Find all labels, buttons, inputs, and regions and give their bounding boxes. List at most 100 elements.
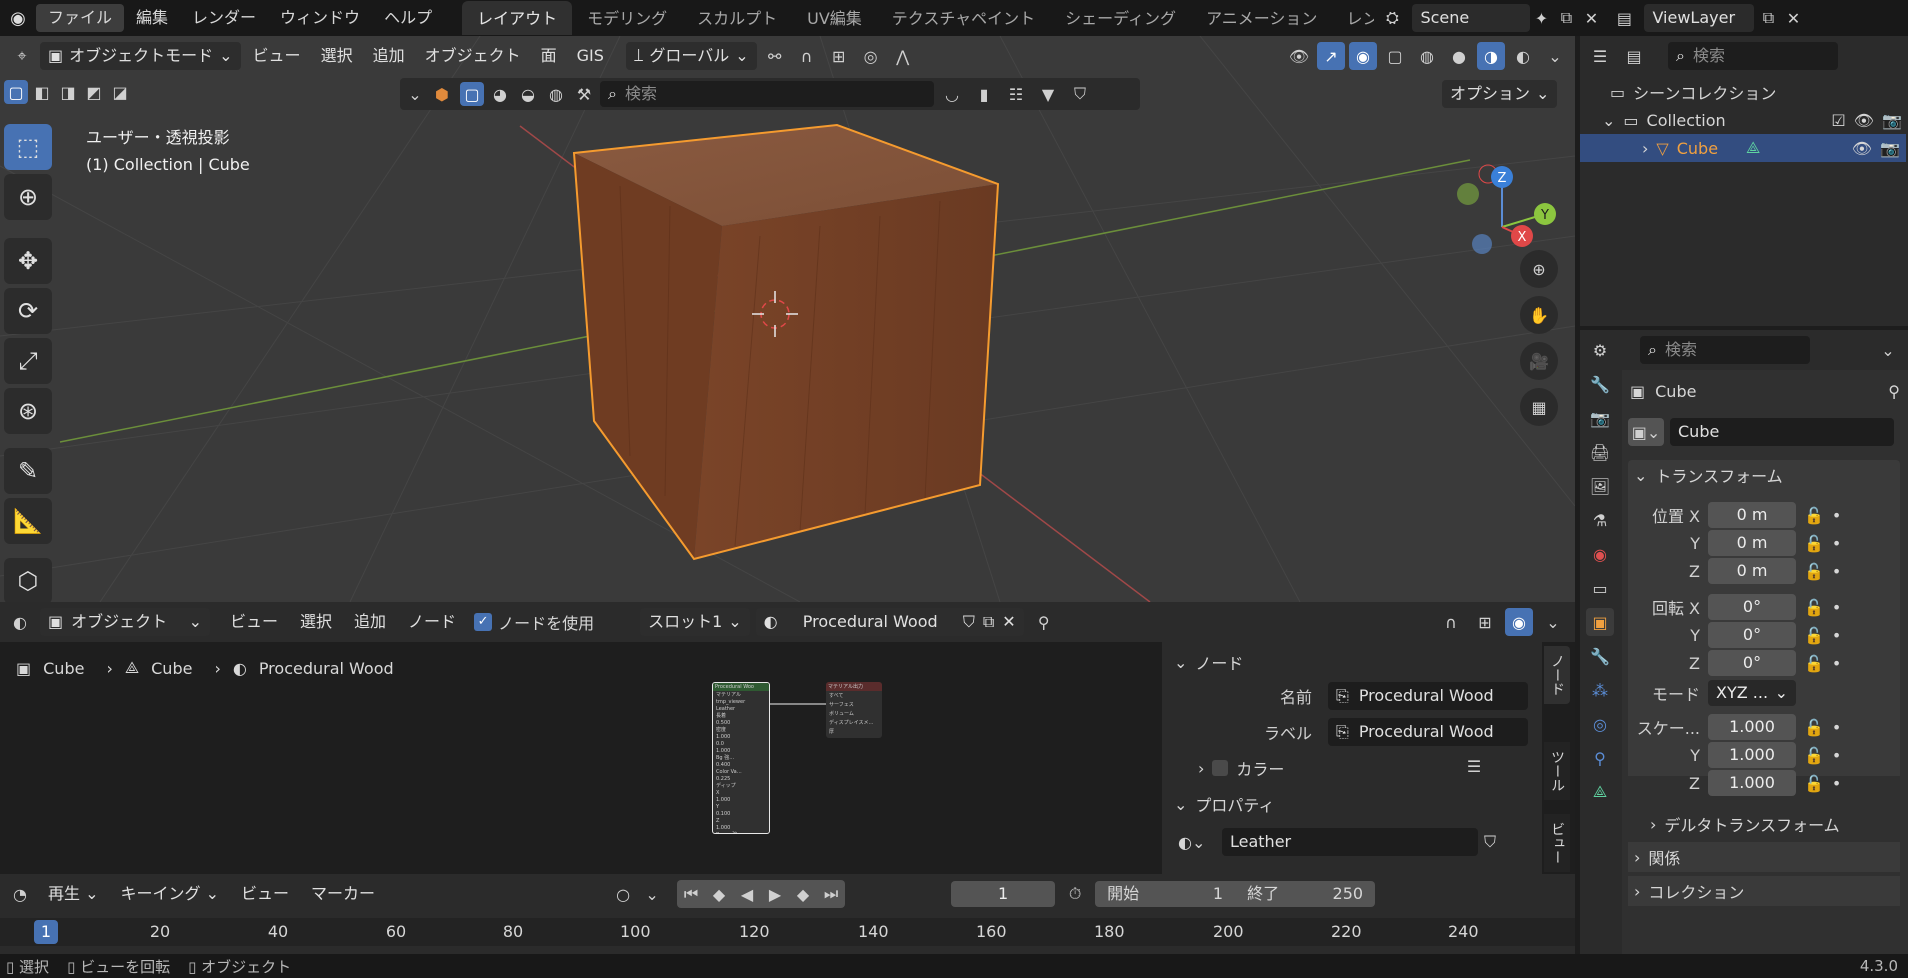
scene-field[interactable]: Scene — [1412, 4, 1531, 32]
keyframe-dot-icon[interactable]: • — [1832, 746, 1841, 765]
tab-texture-paint[interactable]: テクスチャペイント — [877, 1, 1050, 35]
scale-z-field[interactable]: 1.000 — [1708, 770, 1796, 796]
play-icon[interactable]: ▶ — [761, 880, 789, 908]
particles-tab-icon[interactable]: ⁂ — [1586, 676, 1614, 704]
jump-end-icon[interactable]: ⏭ — [817, 880, 845, 908]
rotation-z-field[interactable]: 0° — [1708, 650, 1796, 676]
properties-type-icon[interactable]: ⚙ — [1586, 336, 1614, 364]
zoom-icon[interactable]: ⊕ — [1520, 250, 1558, 288]
node-editor-type-icon[interactable]: ◐ — [6, 608, 34, 636]
new-viewlayer-icon[interactable]: ⧉ — [1754, 4, 1782, 32]
properties-panel-header[interactable]: ⌄ プロパティ — [1174, 792, 1274, 816]
properties-search-input[interactable]: ⌕ 検索 — [1640, 336, 1810, 364]
lock-icon[interactable]: 🔓 — [1804, 654, 1824, 673]
sidebar-tab-tool[interactable]: ツール — [1544, 742, 1570, 800]
node-panel-header[interactable]: ⌄ ノード — [1174, 650, 1243, 674]
lock-icon[interactable]: 🔓 — [1804, 746, 1824, 765]
node-snap-icon[interactable]: ∩ — [1437, 608, 1465, 636]
filter-icon[interactable]: ▼ — [1034, 80, 1062, 108]
end-frame-field[interactable]: 終了 250 — [1235, 881, 1375, 907]
timeline-editor-type-icon[interactable]: ◔ — [6, 880, 34, 908]
outliner-scene-collection[interactable]: ▭ シーンコレクション — [1610, 78, 1776, 106]
new-scene-icon[interactable]: ⧉ — [1552, 4, 1580, 32]
3d-viewport[interactable]: ⌖ ▣ オブジェクトモード ⌄ ビュー 選択 追加 オブジェクト 面 GIS ⟘ グロ… — [0, 36, 1575, 602]
scale-x-field[interactable]: 1.000 — [1708, 714, 1796, 740]
rotation-x-field[interactable]: 0° — [1708, 594, 1796, 620]
timeline-menu-view[interactable]: ビュー — [233, 880, 297, 908]
tab-modeling[interactable]: モデリング — [572, 1, 682, 35]
lock-icon[interactable]: 🔓 — [1804, 718, 1824, 737]
lock-icon[interactable]: 🔓 — [1804, 506, 1824, 525]
rotate-tool-icon[interactable]: ⟳ — [4, 288, 52, 334]
annotate-tool-icon[interactable]: ✎ — [4, 448, 52, 494]
next-keyframe-icon[interactable]: ◆ — [789, 880, 817, 908]
outliner-collection[interactable]: ⌄ ▭ Collection ☑ 👁 📷 — [1602, 106, 1902, 134]
select-intersect-icon[interactable]: ◪ — [108, 80, 132, 104]
pan-hand-icon[interactable]: ✋ — [1520, 296, 1558, 334]
link-icon[interactable]: ◡ — [938, 80, 966, 108]
collection-panel-header[interactable]: › コレクション — [1628, 876, 1900, 906]
data-tab-icon[interactable]: ⟁ — [1586, 778, 1614, 806]
jump-start-icon[interactable]: ⏮ — [677, 880, 705, 908]
menu-object[interactable]: オブジェクト — [417, 42, 529, 70]
constraints-tab-icon[interactable]: ⚲ — [1586, 744, 1614, 772]
duplicate-material-icon[interactable]: ⧉ — [983, 608, 994, 636]
keyframe-dot-icon[interactable]: • — [1832, 534, 1841, 553]
camera-view-icon[interactable]: 🎥 — [1520, 342, 1558, 380]
viewport-canvas[interactable] — [0, 36, 1575, 602]
world-tab-icon[interactable]: ◉ — [1586, 540, 1614, 568]
options-dropdown[interactable]: オプション ⌄ — [1442, 80, 1558, 108]
shading-material-icon[interactable]: ◑ — [1477, 42, 1505, 70]
current-frame-marker[interactable]: 1 — [34, 920, 58, 944]
menu-gis[interactable]: GIS — [569, 42, 612, 70]
modifier-tab-icon[interactable]: 🔧 — [1586, 642, 1614, 670]
chevron-down-icon[interactable]: ⌄ — [1874, 336, 1902, 364]
color-subpanel[interactable]: › カラー — [1198, 756, 1284, 780]
node-snap-target-icon[interactable]: ⊞ — [1471, 608, 1499, 636]
procedural-wood-node[interactable]: Procedural Woo マテリアル tmp_viewer Leather 長着 0… — [712, 682, 770, 834]
node-label-field[interactable]: ⎘ Procedural Wood — [1328, 718, 1528, 746]
menu-window[interactable]: ウィンドウ — [268, 4, 372, 32]
editor-type-icon[interactable]: ⌖ — [8, 42, 36, 70]
visibility-eye-icon[interactable]: 👁 — [1854, 111, 1874, 130]
node-group-field[interactable]: Leather — [1222, 828, 1478, 856]
object-name-field[interactable]: Cube — [1670, 418, 1894, 446]
gizmo-toggle-icon[interactable]: ↗ — [1317, 42, 1345, 70]
tab-layout[interactable]: レイアウト — [462, 1, 573, 35]
shield-icon[interactable]: ⛉ — [1484, 832, 1496, 852]
location-z-field[interactable]: 0 m — [1708, 558, 1796, 584]
keyframe-dot-icon[interactable]: • — [1832, 598, 1841, 617]
render-camera-icon[interactable]: 📷 — [1880, 139, 1900, 158]
filter-search-input[interactable]: ⌕ 検索 — [600, 81, 934, 107]
outliner-cube-row[interactable]: › ▽ Cube ⟁ 👁 📷 — [1580, 134, 1906, 162]
viewlayer-field[interactable]: ViewLayer — [1644, 4, 1755, 32]
menu-edit[interactable]: 編集 — [124, 4, 180, 32]
chevron-down-icon[interactable]: ⌄ — [643, 880, 661, 908]
timeline-ruler[interactable]: 1 20 40 60 80 100 120 140 160 180 200 220 240 — [0, 918, 1575, 946]
sidebar-tab-node[interactable]: ノード — [1544, 646, 1570, 704]
material-sphere-icon[interactable]: ◐⌄ — [1178, 833, 1214, 852]
scene-tab-icon[interactable]: ⚗ — [1586, 506, 1614, 534]
menu-add[interactable]: 追加 — [365, 42, 413, 70]
lock-icon[interactable]: 🔓 — [1804, 598, 1824, 617]
keyframe-dot-icon[interactable]: • — [1832, 506, 1841, 525]
shading-solid-icon[interactable]: ● — [1445, 42, 1473, 70]
sidebar-tab-view[interactable]: ビュー — [1544, 814, 1570, 872]
output-tab-icon[interactable]: 🖨 — [1586, 438, 1614, 466]
node-menu-node[interactable]: ノード — [400, 608, 464, 636]
node-name-field[interactable]: ⎘ Procedural Wood — [1328, 682, 1528, 710]
prev-keyframe-icon[interactable]: ◆ — [705, 880, 733, 908]
scene-selector-icon[interactable]: ⛭ — [1378, 4, 1406, 32]
collection-tab-icon[interactable]: ▭ — [1586, 574, 1614, 602]
exclude-checkbox-icon[interactable]: ☑ — [1831, 111, 1845, 130]
stopwatch-icon[interactable]: ⏱ — [1061, 880, 1089, 908]
ortho-grid-icon[interactable]: ▦ — [1520, 388, 1558, 426]
play-reverse-icon[interactable]: ◀ — [733, 880, 761, 908]
render-camera-icon[interactable]: 📷 — [1882, 111, 1902, 130]
menu-help[interactable]: ヘルプ — [372, 4, 444, 32]
tool-tab-icon[interactable]: 🔧 — [1586, 370, 1614, 398]
material-selector[interactable]: ◐ Procedural Wood ⛉ ⧉ ✕ — [755, 608, 1024, 636]
relations-panel-header[interactable]: › 関係 — [1628, 842, 1900, 872]
keyframe-dot-icon[interactable]: • — [1832, 562, 1841, 581]
pin-icon[interactable]: ⚲ — [1888, 382, 1900, 401]
